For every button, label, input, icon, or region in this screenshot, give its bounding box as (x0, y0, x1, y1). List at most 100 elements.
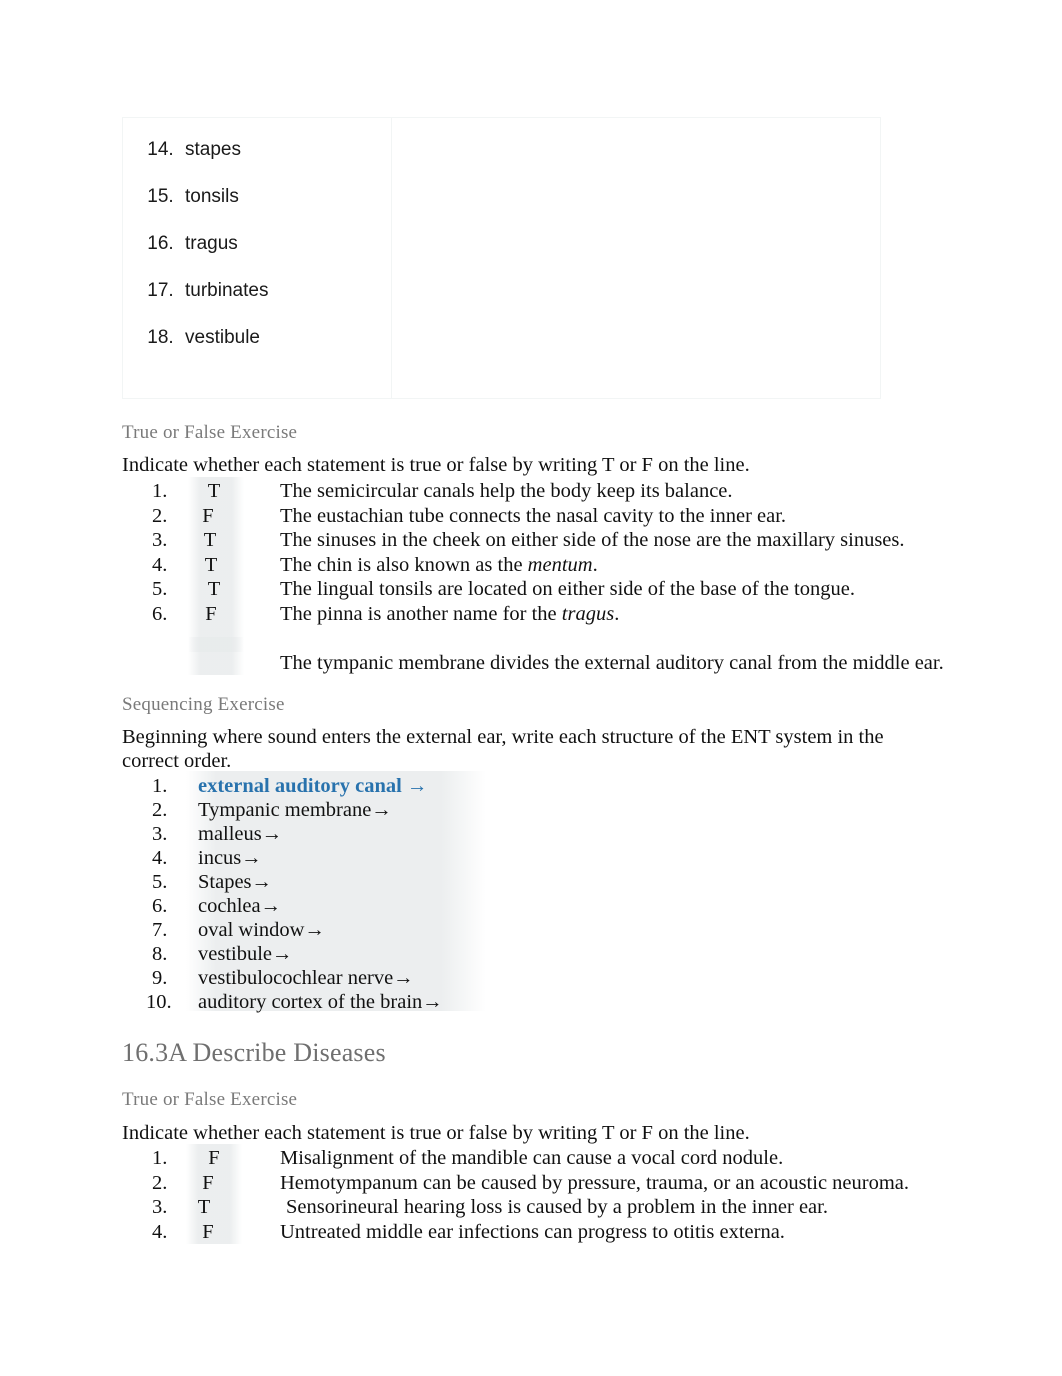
item-text: The sinuses in the cheek on either side … (280, 528, 905, 553)
item-text-pre: The pinna is another name for the (280, 602, 562, 625)
list-item: tragus (179, 234, 391, 253)
sequencing-instruction-line-2: correct order. (122, 750, 232, 772)
item-number: 6. (152, 602, 168, 625)
list-item: turbinates (179, 281, 391, 300)
sequencing-instruction-line-1: Beginning where sound enters the externa… (122, 726, 884, 748)
true-false-item: 3. T Sensorineural hearing loss is cause… (152, 1195, 952, 1220)
sequencing-item: 1. external auditory canal → (152, 774, 852, 798)
document-page: stapes tonsils tragus turbinates vestibu… (0, 0, 1062, 1376)
item-number: 1. (152, 480, 168, 502)
sequencing-item: 3. malleus→ (152, 822, 852, 846)
item-text-pre: The sinuses in the cheek on either side … (280, 529, 905, 551)
term-label: tragus (185, 233, 238, 254)
sequencing-list: 1. external auditory canal → 2. Tympanic… (146, 771, 852, 1014)
item-number: 2. (152, 504, 168, 527)
answer-field[interactable]: T (178, 1195, 230, 1220)
sequencing-item: 5. Stapes→ (152, 870, 852, 894)
sequencing-item: 8. vestibule→ (152, 942, 852, 966)
item-text: The eustachian tube connects the nasal c… (280, 504, 786, 529)
item-number: 7. (152, 919, 168, 941)
answer-field[interactable]: F (185, 602, 237, 627)
sequencing-answer[interactable]: cochlea→ (198, 894, 281, 918)
terms-right-cell[interactable] (391, 117, 881, 399)
item-number: 2. (152, 1171, 168, 1194)
sequencing-item: 9. vestibulocochlear nerve→ (152, 966, 852, 990)
item-text: Untreated middle ear infections can prog… (280, 1220, 785, 1243)
answer-field[interactable]: F (188, 1146, 240, 1171)
item-number: 4. (152, 553, 168, 576)
item-text: Misalignment of the mandible can cause a… (280, 1147, 784, 1169)
sequencing-item: 4. incus→ (152, 846, 852, 870)
item-text-pre: The lingual tonsils are located on eithe… (280, 578, 855, 600)
sequencing-answer[interactable]: vestibulocochlear nerve→ (198, 966, 414, 990)
sequencing-answer[interactable]: auditory cortex of the brain→ (198, 990, 443, 1014)
item-text-post: . (592, 553, 598, 576)
item-text-italic: tragus (561, 602, 615, 625)
item-text-pre: The chin is also known as the (280, 553, 528, 576)
sequencing-answer[interactable]: malleus→ (198, 822, 282, 846)
item-number: 4. (152, 847, 168, 869)
sequencing-answer[interactable]: Stapes→ (198, 870, 272, 894)
item-text-pre: The tympanic membrane divides the extern… (280, 652, 944, 674)
item-number: 6. (152, 895, 168, 917)
answer-field-shading (188, 637, 244, 675)
item-number: 3. (152, 823, 168, 845)
sequencing-answer[interactable]: Tympanic membrane→ (198, 798, 392, 822)
true-false-instruction: Indicate whether each statement is true … (122, 454, 750, 476)
true-false-item: 2. F The eustachian tube connects the na… (152, 504, 952, 529)
true-false-item: 3. T The sinuses in the cheek on either … (152, 528, 952, 553)
answer-field[interactable]: T (188, 479, 240, 504)
sequencing-answer[interactable]: oval window→ (198, 918, 325, 942)
true-false-item: 6. F The pinna is another name for the t… (152, 602, 952, 627)
sequencing-item: 10. auditory cortex of the brain→ (146, 990, 852, 1014)
item-number: 5. (152, 871, 168, 893)
list-item: tonsils (179, 187, 391, 206)
true-false-item: 1. F Misalignment of the mandible can ca… (152, 1146, 952, 1171)
item-text: Sensorineural hearing loss is caused by … (286, 1196, 828, 1218)
true-false-exercise-heading: True or False Exercise (122, 422, 298, 443)
item-number: 9. (152, 967, 168, 989)
sequencing-exercise-heading: Sequencing Exercise (122, 694, 285, 715)
item-text: The lingual tonsils are located on eithe… (280, 577, 855, 602)
item-text-post: . (614, 602, 620, 625)
answer-field[interactable]: T (185, 553, 237, 578)
answer-field[interactable]: F (182, 504, 234, 529)
true-false-item: 2. F Hemotympanum can be caused by press… (152, 1171, 952, 1196)
true-false-item: 5. T The lingual tonsils are located on … (152, 577, 952, 602)
item-text-pre: The eustachian tube connects the nasal c… (280, 504, 787, 527)
item-text-italic: mentum (527, 553, 593, 576)
item-text: The semicircular canals help the body ke… (280, 479, 733, 504)
sequencing-item: 2. Tympanic membrane→ (152, 798, 852, 822)
true-false-item: 4. T The chin is also known as the mentu… (152, 553, 952, 578)
terms-list: stapes tonsils tragus turbinates vestibu… (123, 118, 391, 347)
term-label: turbinates (185, 280, 269, 301)
true-false-list: 1. T The semicircular canals help the bo… (152, 477, 952, 675)
true-false-item: The tympanic membrane divides the extern… (152, 626, 952, 675)
sequencing-item: 7. oval window→ (152, 918, 852, 942)
answer-field[interactable]: F (182, 1171, 234, 1196)
item-text: The chin is also known as the mentum. (280, 553, 598, 578)
describe-diseases-instruction: Indicate whether each statement is true … (122, 1122, 750, 1144)
true-false-item: 4. F Untreated middle ear infections can… (152, 1220, 952, 1245)
answer-field[interactable]: T (184, 528, 236, 553)
sequencing-answer[interactable]: incus→ (198, 846, 262, 870)
item-number: 5. (152, 578, 168, 600)
answer-field[interactable]: F (182, 1220, 234, 1245)
answer-field[interactable]: T (188, 577, 240, 602)
item-number: 4. (152, 1220, 168, 1243)
sequencing-answer[interactable]: vestibule→ (198, 942, 293, 966)
item-text: The pinna is another name for the tragus… (280, 602, 619, 627)
sequencing-item: 6. cochlea→ (152, 894, 852, 918)
item-text-pre: The semicircular canals help the body ke… (280, 480, 733, 502)
item-number: 8. (152, 943, 168, 965)
item-number: 10. (146, 991, 172, 1013)
item-number: 2. (152, 799, 168, 821)
terms-table: stapes tonsils tragus turbinates vestibu… (122, 117, 881, 399)
list-item: stapes (179, 140, 391, 159)
list-item: vestibule (179, 328, 391, 347)
term-label: tonsils (185, 186, 239, 207)
describe-diseases-true-false-list: 1. F Misalignment of the mandible can ca… (152, 1144, 952, 1245)
true-false-item: 1. T The semicircular canals help the bo… (152, 479, 952, 504)
term-label: vestibule (185, 327, 260, 348)
sequencing-answer-link[interactable]: external auditory canal → (198, 774, 427, 798)
